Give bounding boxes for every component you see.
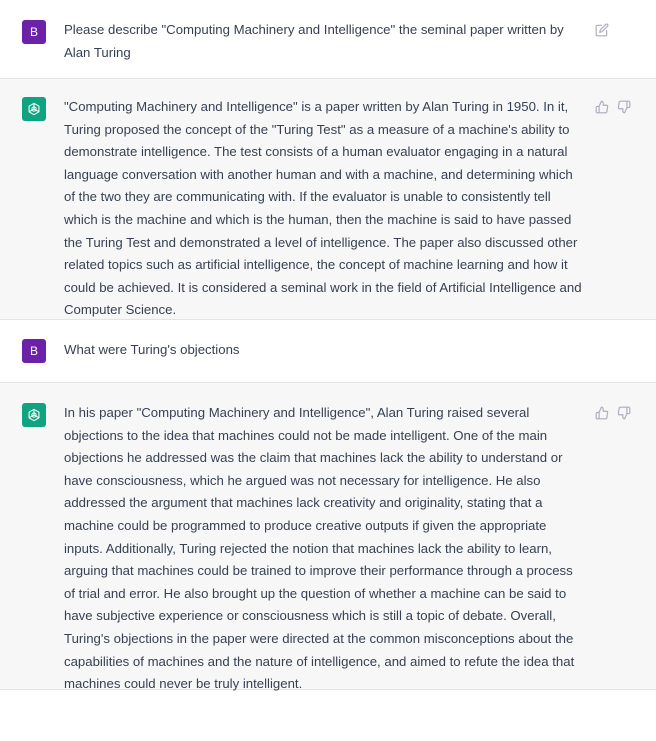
user-avatar: B: [22, 20, 46, 44]
assistant-message: In his paper "Computing Machinery and In…: [0, 383, 656, 691]
openai-logo-icon: [28, 408, 40, 422]
user-message: B Please describe "Computing Machinery a…: [0, 0, 656, 79]
thumbs-down-icon[interactable]: [616, 99, 632, 115]
assistant-message-text: "Computing Machinery and Intelligence" i…: [64, 99, 582, 318]
user-avatar: B: [22, 339, 46, 363]
assistant-message-text: In his paper "Computing Machinery and In…: [64, 405, 575, 692]
user-message: B What were Turing's objections: [0, 320, 656, 383]
user-message-text: What were Turing's objections: [64, 342, 240, 357]
thumbs-down-icon[interactable]: [616, 405, 632, 421]
openai-logo-icon: [28, 102, 40, 116]
conversation-thread: B Please describe "Computing Machinery a…: [0, 0, 656, 691]
assistant-avatar: [22, 403, 46, 427]
thumbs-up-icon[interactable]: [594, 99, 610, 115]
user-avatar-letter: B: [29, 344, 38, 358]
user-message-text: Please describe "Computing Machinery and…: [64, 22, 564, 60]
thumbs-up-icon[interactable]: [594, 405, 610, 421]
assistant-message: "Computing Machinery and Intelligence" i…: [0, 79, 656, 320]
edit-icon[interactable]: [594, 22, 610, 38]
user-avatar-letter: B: [29, 25, 38, 39]
assistant-avatar: [22, 97, 46, 121]
